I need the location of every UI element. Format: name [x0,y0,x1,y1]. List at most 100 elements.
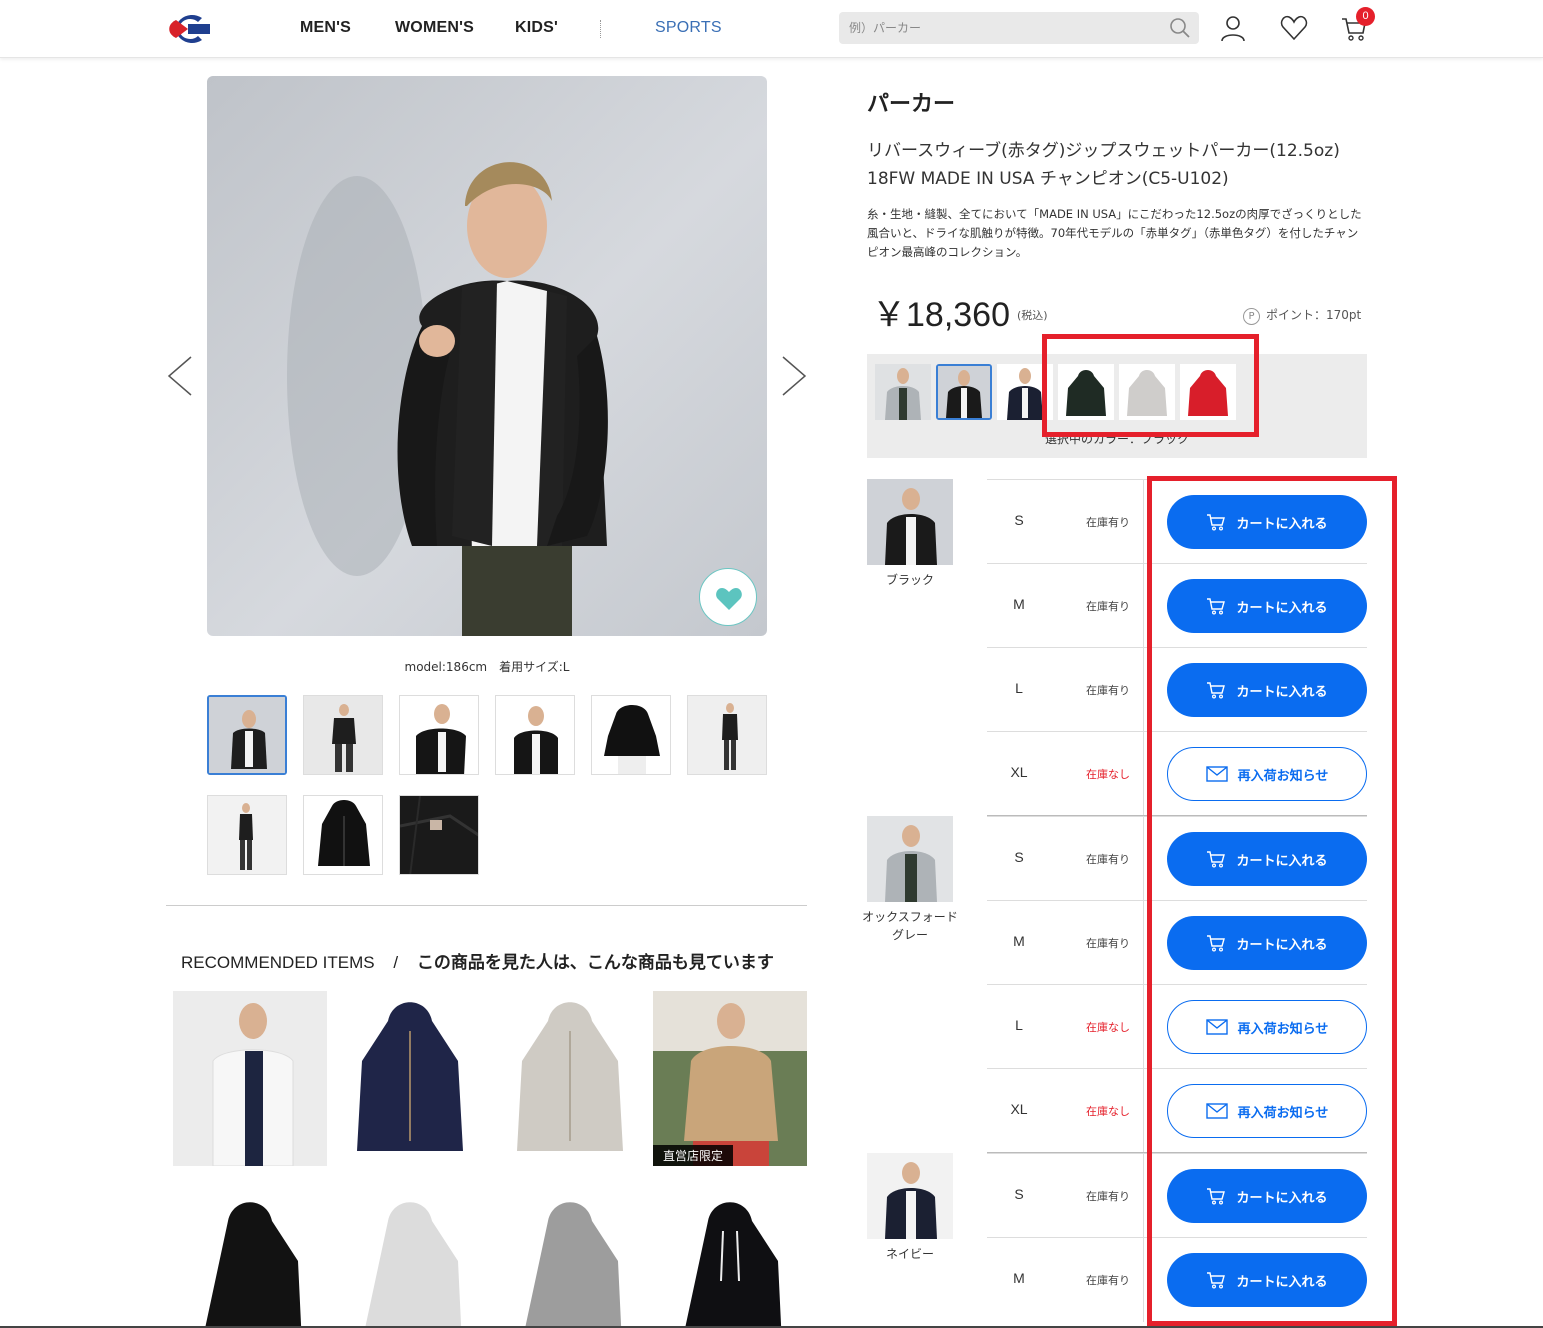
stock-status: 在庫なし [1086,1021,1130,1034]
gallery-thumbnail[interactable] [207,695,287,775]
stock-status: 在庫なし [1086,1105,1130,1118]
gallery-thumbnail[interactable] [399,695,479,775]
recommended-item[interactable]: 直営店限定 [653,991,807,1166]
variant-color-image [867,1153,953,1239]
stock-status: 在庫なし [1086,768,1130,781]
recommended-title-separator: / [393,953,399,972]
product-image [173,991,327,1166]
column-divider [1143,1238,1144,1322]
product-name: リバースウィーブ(赤タグ)ジップスウェットパーカー(12.5oz) 18FW M… [867,137,1367,193]
size-label: S [1014,1186,1024,1202]
nav-sports[interactable]: SPORTS [655,19,722,37]
thumbnail-image [304,696,382,774]
thumbnail-image [592,696,670,774]
column-divider [1143,817,1144,901]
nav-womens[interactable]: WOMEN'S [395,19,474,37]
product-image [493,1191,647,1328]
product-image [173,1191,327,1328]
cart-count-badge: 0 [1356,7,1375,26]
recommended-title: RECOMMENDED ITEMS / この商品を見た人は、こんな商品も見ていま… [181,948,774,973]
favorite-button[interactable] [699,568,757,626]
product-name-line1: リバースウィーブ(赤タグ)ジップスウェットパーカー(12.5oz) [867,141,1340,161]
column-divider [1143,1154,1144,1238]
size-label: XL [1010,1101,1028,1117]
model-photo-illustration [287,162,608,636]
gallery-thumbnail[interactable] [303,695,383,775]
search-input[interactable] [839,12,1159,44]
variant-color-image [867,816,953,902]
product-image [653,1191,807,1328]
section-divider [166,905,807,906]
main-product-photo [207,76,767,636]
size-label: XL [1010,764,1028,780]
product-image [653,991,807,1166]
variant-image [867,479,953,565]
variant-image [867,816,953,902]
product-image [333,1191,487,1328]
recommended-item[interactable] [333,991,487,1166]
gallery-thumbnail[interactable] [303,795,383,875]
champion-logo[interactable] [166,12,214,46]
color-swatch-oxford-grey[interactable] [875,364,931,420]
thumbnail-image [304,796,382,874]
recommended-title-en: RECOMMENDED ITEMS [181,953,375,972]
size-label: S [1014,849,1024,865]
variant-color-name: オックスフォードグレー [862,910,958,942]
recommended-item[interactable] [173,1191,327,1328]
column-divider [1143,564,1144,648]
size-label: M [1013,933,1025,949]
user-icon[interactable] [1219,14,1247,42]
stock-status: 在庫有り [1086,1190,1130,1203]
recommended-item[interactable] [653,1191,807,1328]
stock-status: 在庫有り [1086,600,1130,613]
model-size-caption: model:186cm 着用サイズ:L [404,660,570,674]
recommended-title-jp: この商品を見た人は、こんな商品も見ています [416,953,774,973]
size-label: M [1013,596,1025,612]
recommended-item[interactable] [173,991,327,1166]
gallery-thumbnail[interactable] [591,695,671,775]
size-label: S [1014,512,1024,528]
column-divider [1143,480,1144,564]
product-name-line2: 18FW MADE IN USA チャンピオン(C5-U102) [867,169,1229,189]
points-info: P ポイント：170pt [1243,306,1361,325]
thumbnail-image [400,796,478,874]
next-arrow-icon[interactable] [779,355,809,397]
gallery-thumbnail[interactable] [207,795,287,875]
variant-image [867,1153,953,1239]
variant-color-name: ネイビー [885,1247,934,1261]
points-text: ポイント：170pt [1266,308,1362,322]
product-category: パーカー [867,92,956,117]
nav-divider [600,20,601,38]
stock-status: 在庫有り [1086,937,1130,950]
stock-status: 在庫有り [1086,1274,1130,1287]
gallery-thumbnail[interactable] [399,795,479,875]
variant-color-image [867,479,953,565]
search-icon[interactable] [1169,17,1191,39]
thumbnail-image [209,697,285,773]
recommended-item[interactable] [493,991,647,1166]
prev-arrow-icon[interactable] [165,355,195,397]
size-label: M [1013,1270,1025,1286]
color-swatch-black[interactable] [936,364,992,420]
product-image [493,991,647,1166]
stock-status: 在庫有り [1086,516,1130,529]
nav-mens[interactable]: MEN'S [300,19,351,37]
product-image [333,991,487,1166]
swatch-image [938,366,990,418]
recommended-item[interactable] [333,1191,487,1328]
column-divider [1143,985,1144,1069]
site-header: MEN'S WOMEN'S KIDS' SPORTS 0 [0,0,1543,58]
recommended-item[interactable] [493,1191,647,1328]
product-description: 糸・生地・縫製、全てにおいて「MADE IN USA」にこだわった12.5ozの… [867,207,1362,259]
thumbnail-image [208,796,286,874]
product-price: ￥18,360 [872,296,1010,334]
nav-kids[interactable]: KIDS' [515,19,558,37]
gallery-thumbnail[interactable] [687,695,767,775]
store-exclusive-badge: 直営店限定 [653,1145,734,1166]
search-box [839,12,1199,44]
gallery-thumbnail[interactable] [495,695,575,775]
highlight-box-color-swatches [1042,334,1259,437]
tax-label: (税込) [1017,309,1048,322]
column-divider [1143,648,1144,732]
heart-icon[interactable] [1280,14,1308,42]
